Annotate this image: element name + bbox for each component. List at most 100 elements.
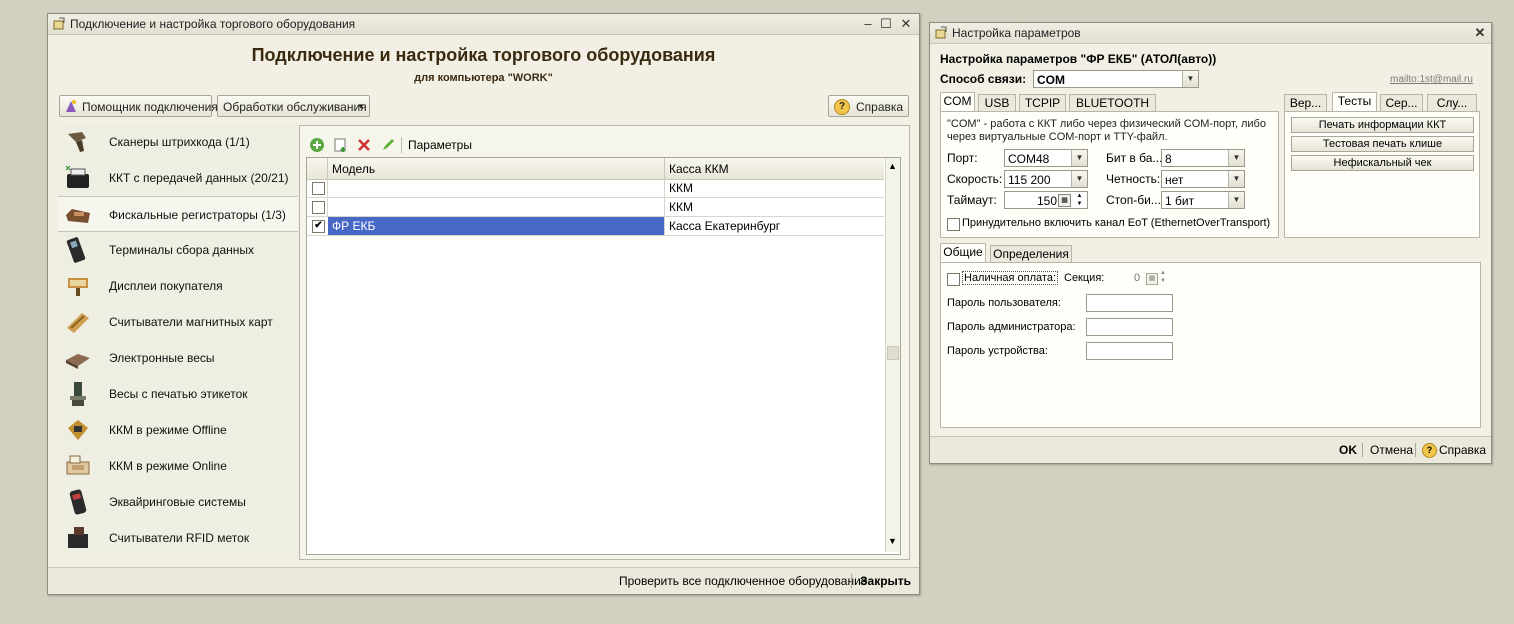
- chevron-down-icon: ▼: [1071, 171, 1087, 187]
- params-window: Настройка параметров ✕ Настройка парамет…: [929, 22, 1492, 464]
- equipment-window-titlebar[interactable]: Подключение и настройка торгового оборуд…: [48, 14, 919, 35]
- acquiring-icon: [69, 489, 87, 515]
- table-row-selected[interactable]: ✔ ФР ЕКБ Касса Екатеринбург: [307, 217, 884, 236]
- port-select[interactable]: COM48 ▼: [1004, 149, 1088, 167]
- mailto-link[interactable]: mailto:1st@mail.ru: [1390, 74, 1473, 85]
- user-pwd-input[interactable]: [1086, 294, 1173, 312]
- calculator-icon[interactable]: ▦: [1058, 194, 1071, 207]
- nonfiscal-button[interactable]: Нефискальный чек: [1291, 155, 1474, 171]
- section-value: 0: [1134, 272, 1141, 284]
- sidebar-item-kkt[interactable]: ККТ с передачей данных (20/21): [58, 160, 298, 196]
- cancel-button[interactable]: Отмена: [1370, 443, 1413, 457]
- scale-icon: [66, 354, 90, 369]
- general-panel: Наличная оплата: Секция: 0 ▦ ▲ ▼ Пароль п…: [940, 262, 1481, 428]
- spinner-icon[interactable]: ▲ ▼: [1160, 269, 1166, 285]
- delete-icon[interactable]: [357, 138, 371, 152]
- app-icon: [935, 26, 947, 39]
- edit-icon[interactable]: [380, 137, 396, 153]
- row-checkbox[interactable]: [312, 182, 325, 195]
- sidebar-item-scales[interactable]: Электронные весы: [58, 340, 298, 376]
- timeout-label: Таймаут:: [947, 193, 997, 207]
- tab-service[interactable]: Сер...: [1380, 94, 1423, 111]
- sidebar-item-kkm-offline[interactable]: ККМ в режиме Offline: [58, 412, 298, 448]
- tab-general[interactable]: Общие: [940, 243, 986, 262]
- tab-definitions[interactable]: Определения: [990, 245, 1072, 262]
- column-header-model[interactable]: Модель: [332, 162, 375, 176]
- stopbits-label: Стоп-би...: [1106, 193, 1161, 207]
- close-icon[interactable]: ✕: [898, 16, 914, 32]
- copy-icon[interactable]: [333, 137, 349, 153]
- params-button[interactable]: Параметры: [408, 138, 472, 152]
- close-button[interactable]: Закрыть: [860, 574, 911, 588]
- scroll-down-icon[interactable]: ▼: [888, 536, 897, 546]
- params-heading: Настройка параметров "ФР ЕКБ" (АТОЛ(авто…: [940, 52, 1217, 66]
- row-kassa: Касса Екатеринбург: [669, 219, 781, 233]
- eot-label: Принудительно включить канал EoT (Ethern…: [962, 217, 1271, 229]
- sidebar-item-barcode-scanners[interactable]: Сканеры штрихкода (1/1): [58, 124, 298, 160]
- help-button[interactable]: ? Справка: [828, 95, 909, 117]
- cash-checkbox[interactable]: [947, 273, 960, 286]
- stopbits-select[interactable]: 1 бит ▼: [1161, 191, 1245, 209]
- calculator-icon[interactable]: ▦: [1146, 273, 1158, 285]
- vertical-scrollbar[interactable]: ▲ ▼: [885, 158, 900, 552]
- user-pwd-label: Пароль пользователя:: [947, 297, 1061, 309]
- page-heading: Подключение и настройка торгового оборуд…: [251, 45, 716, 65]
- sidebar-item-magnetic-card-readers[interactable]: Считыватели магнитных карт: [58, 304, 298, 340]
- processing-dropdown-button[interactable]: Обработки обслуживания ▼: [217, 95, 370, 117]
- sidebar-item-customer-displays[interactable]: Дисплеи покупателя: [58, 268, 298, 304]
- parity-select[interactable]: нет ▼: [1161, 170, 1245, 188]
- speed-label: Скорость:: [947, 172, 1003, 186]
- tab-misc[interactable]: Слу...: [1427, 94, 1477, 111]
- sidebar-item-data-terminals[interactable]: Терминалы сбора данных: [58, 232, 298, 268]
- check-all-link[interactable]: Проверить все подключенное оборудование: [619, 574, 867, 588]
- sidebar-item-label-scales[interactable]: Весы с печатью этикеток: [58, 376, 298, 412]
- print-info-button[interactable]: Печать информации ККТ: [1291, 117, 1474, 133]
- tab-usb[interactable]: USB: [978, 94, 1016, 111]
- tab-tcpip[interactable]: TCPIP: [1019, 94, 1066, 111]
- tab-com[interactable]: COM: [940, 92, 975, 111]
- kkm-online-icon: [66, 455, 90, 475]
- connection-select[interactable]: COM ▼: [1033, 70, 1199, 88]
- params-window-titlebar[interactable]: Настройка параметров ✕: [930, 23, 1491, 44]
- equipment-window: Подключение и настройка торгового оборуд…: [47, 13, 920, 595]
- maximize-icon[interactable]: ☐: [878, 16, 894, 32]
- footer-bar: Проверить все подключенное оборудование …: [48, 567, 919, 594]
- timeout-input[interactable]: 150 ▦ ▲ ▼: [1004, 191, 1088, 209]
- help-icon[interactable]: ?: [1422, 443, 1437, 458]
- connection-label: Способ связи:: [940, 72, 1027, 86]
- cash-label: Наличная оплата:: [962, 271, 1059, 285]
- conn-tabs: COM USB TCPIP BLUETOOTH: [940, 92, 1280, 111]
- assistant-button[interactable]: Помощник подключения: [59, 95, 218, 117]
- page-subheading: для компьютера "WORK": [414, 72, 553, 84]
- help-button[interactable]: Справка: [1439, 443, 1486, 457]
- tab-bluetooth[interactable]: BLUETOOTH: [1069, 94, 1156, 111]
- scroll-thumb[interactable]: [887, 346, 899, 360]
- sidebar-item-fiscal-registers[interactable]: Фискальные регистраторы (1/3): [58, 196, 298, 232]
- sidebar-item-kkm-online[interactable]: ККМ в режиме Online: [58, 448, 298, 484]
- admin-pwd-input[interactable]: [1086, 318, 1173, 336]
- sidebar-item-rfid-readers[interactable]: Считыватели RFID меток: [58, 520, 298, 556]
- spinner-icon[interactable]: ▲ ▼: [1073, 192, 1086, 208]
- sidebar-item-acquiring[interactable]: Эквайринговые системы: [58, 484, 298, 520]
- wizard-icon: [66, 100, 76, 112]
- eot-checkbox[interactable]: [947, 218, 960, 231]
- tab-version[interactable]: Вер...: [1284, 94, 1327, 111]
- table-row[interactable]: ККМ: [307, 198, 884, 217]
- tab-tests[interactable]: Тесты: [1332, 92, 1377, 111]
- test-print-button[interactable]: Тестовая печать клише: [1291, 136, 1474, 152]
- row-checkbox-checked[interactable]: ✔: [312, 220, 325, 233]
- speed-select[interactable]: 115 200 ▼: [1004, 170, 1088, 188]
- device-pwd-input[interactable]: [1086, 342, 1173, 360]
- port-label: Порт:: [947, 151, 978, 165]
- databits-select[interactable]: 8 ▼: [1161, 149, 1245, 167]
- minimize-icon[interactable]: ‒: [860, 16, 876, 32]
- scroll-up-icon[interactable]: ▲: [888, 161, 897, 171]
- row-checkbox[interactable]: [312, 201, 325, 214]
- databits-label: Бит в ба...: [1106, 151, 1163, 165]
- close-icon[interactable]: ✕: [1472, 25, 1488, 41]
- ok-button[interactable]: OK: [1339, 443, 1357, 457]
- table-row[interactable]: ККМ: [307, 179, 884, 198]
- column-header-kassa[interactable]: Касса ККМ: [669, 162, 729, 176]
- fiscal-register-icon: [66, 209, 90, 223]
- add-icon[interactable]: [309, 137, 325, 153]
